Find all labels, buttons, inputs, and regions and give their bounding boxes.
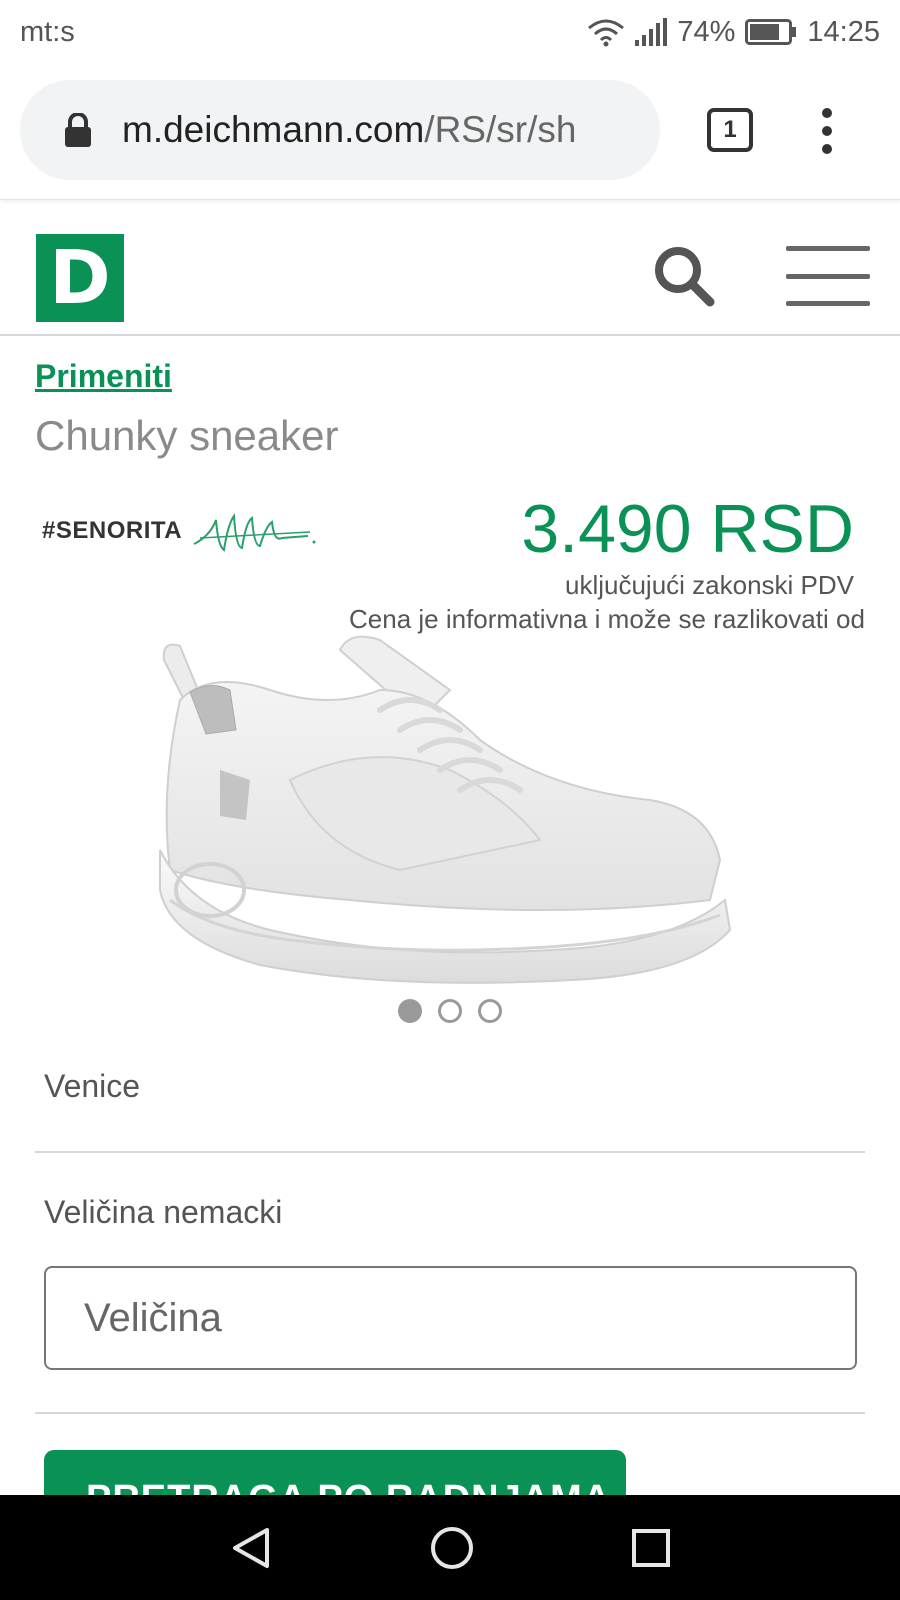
brand-logo: #SENORITA [42, 506, 320, 556]
menu-line [786, 301, 870, 306]
site-header: D [0, 200, 900, 336]
address-bar[interactable]: m.deichmann.com/RS/sr/sh [20, 80, 660, 180]
menu-dot-icon [822, 108, 832, 118]
vat-note: uključujući zakonski PDV [564, 570, 854, 600]
signature-icon [193, 513, 316, 552]
lock-icon [65, 113, 91, 147]
status-bar: mt:s 74% 14:25 [0, 0, 900, 64]
carousel-dot[interactable] [398, 999, 422, 1023]
size-label: Veličina nemacki [44, 1194, 283, 1230]
menu-dot-icon [822, 126, 832, 136]
url-host: m.deichmann.com [122, 109, 425, 150]
hamburger-menu-button[interactable] [786, 246, 870, 306]
carousel-dot[interactable] [438, 999, 462, 1023]
status-icons: 74% 14:25 [587, 16, 880, 49]
brand-logo-text: #SENORITA [42, 517, 183, 544]
tab-switcher-button[interactable]: 1 [707, 108, 753, 152]
system-navigation-bar [0, 1495, 900, 1600]
product-image[interactable] [150, 630, 750, 1000]
product-price: 3.490 RSD [521, 491, 854, 567]
url-path: /RS/sr/sh [424, 109, 577, 150]
wifi-icon [588, 19, 625, 47]
carrier-label: mt:s [20, 15, 75, 48]
size-select-placeholder: Veličina [84, 1295, 222, 1340]
menu-line [786, 273, 870, 279]
search-icon[interactable] [652, 244, 716, 308]
product-title: Chunky sneaker [35, 412, 339, 459]
size-select[interactable]: Veličina [44, 1266, 857, 1370]
divider [35, 1151, 865, 1153]
menu-dot-icon [822, 144, 832, 154]
back-icon[interactable] [229, 1526, 273, 1570]
brand-link[interactable]: Primeniti [35, 358, 172, 395]
signal-icon [635, 18, 668, 46]
deichmann-logo[interactable]: D [36, 234, 124, 322]
home-icon[interactable] [430, 1526, 474, 1570]
browser-menu-button[interactable] [820, 108, 834, 154]
image-carousel-dots [398, 999, 502, 1023]
browser-toolbar: m.deichmann.com/RS/sr/sh 1 [0, 64, 900, 200]
clock: 14:25 [807, 15, 880, 48]
variant-name: Venice [44, 1068, 141, 1104]
battery-percent: 74% [677, 15, 736, 48]
battery-icon [745, 19, 797, 45]
recent-apps-icon[interactable] [631, 1528, 671, 1568]
menu-line [786, 246, 870, 251]
tab-count-label: 1 [723, 116, 737, 143]
divider [35, 1412, 865, 1414]
carousel-dot[interactable] [478, 999, 502, 1023]
